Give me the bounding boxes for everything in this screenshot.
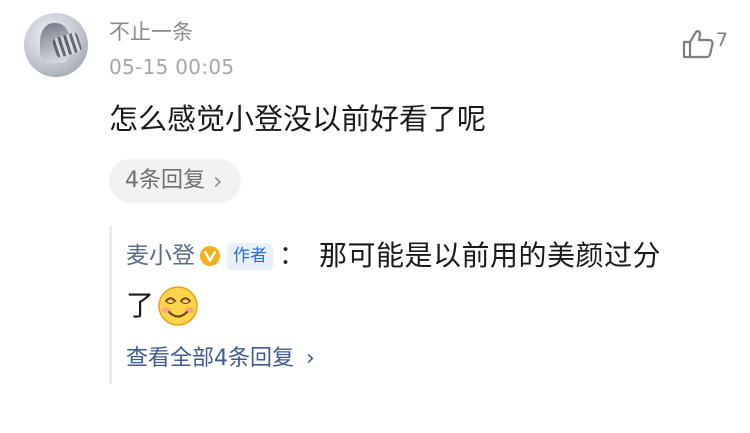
like-count: 7 (715, 29, 728, 51)
avatar[interactable] (24, 13, 88, 77)
reply-text-line-1: 那可能是以前用的美颜过分 (319, 239, 662, 272)
comment-timestamp: 05-15 00:05 (109, 55, 235, 79)
comment-username[interactable]: 不止一条 (109, 18, 193, 46)
chevron-right-icon: › (213, 167, 223, 195)
reply-colon: ： (279, 241, 306, 271)
chevron-right-icon: › (306, 346, 315, 371)
reply-preview: 麦小登 作者 ： 那可能是以前用的美颜过分 了 查看全部4条回复 › (109, 226, 732, 384)
reply-second-line: 了 (126, 284, 200, 328)
reply-first-line: 麦小登 作者 ： 那可能是以前用的美颜过分 (126, 236, 661, 276)
view-all-replies-label: 查看全部4条回复 (126, 346, 294, 371)
view-all-replies-link[interactable]: 查看全部4条回复 › (126, 344, 315, 374)
author-badge: 作者 (227, 242, 273, 270)
reply-author[interactable]: 麦小登 (126, 236, 195, 276)
thumbs-up-icon (682, 30, 714, 59)
reply-text-line-2: 了 (126, 289, 155, 322)
smiling-face-emoji-icon (158, 286, 198, 326)
replies-button-label: 4条回复 (125, 168, 205, 193)
comment-text: 怎么感觉小登没以前好看了呢 (109, 102, 487, 136)
verified-icon (200, 246, 220, 266)
comment-page: 不止一条 05-15 00:05 7 怎么感觉小登没以前好看了呢 4条回复 › … (0, 0, 750, 433)
like-button[interactable]: 7 (681, 28, 728, 60)
replies-button[interactable]: 4条回复 › (109, 159, 241, 203)
